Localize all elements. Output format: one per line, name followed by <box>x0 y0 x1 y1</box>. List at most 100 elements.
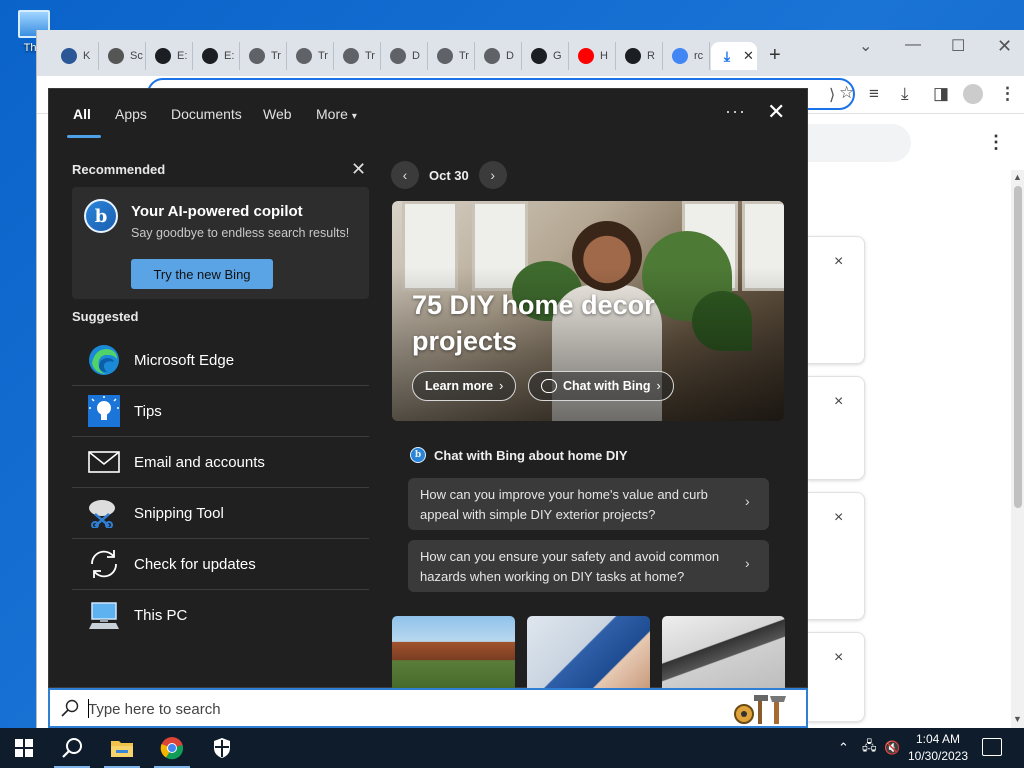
browser-tab[interactable]: K <box>53 42 99 70</box>
favicon-icon <box>531 48 547 64</box>
tab-title: Tr <box>271 50 281 62</box>
browser-tab[interactable]: G <box>523 42 569 70</box>
more-options-icon[interactable]: ··· <box>725 101 746 122</box>
try-new-bing-button[interactable]: Try the new Bing <box>131 259 273 289</box>
bing-question-item[interactable]: How can you ensure your safety and avoid… <box>408 540 769 592</box>
tab-documents[interactable]: Documents <box>171 106 242 122</box>
taskbar-search-box[interactable] <box>48 688 808 728</box>
scrollbar-thumb[interactable] <box>1014 186 1022 508</box>
close-icon[interactable]: × <box>834 509 843 527</box>
search-input[interactable] <box>88 698 688 720</box>
chevron-right-icon: › <box>745 493 750 509</box>
tab-web[interactable]: Web <box>263 106 292 122</box>
scroll-down-arrow-icon[interactable]: ▼ <box>1013 714 1022 724</box>
refresh-icon <box>86 546 122 582</box>
network-icon[interactable]: 🖧 <box>862 728 877 768</box>
bookmark-star-icon[interactable]: ☆ <box>839 83 854 103</box>
taskbar-chrome[interactable] <box>148 728 196 768</box>
profile-avatar-icon[interactable] <box>963 84 983 104</box>
chevron-right-icon: › <box>745 555 750 571</box>
tab-apps[interactable]: Apps <box>115 106 147 122</box>
chrome-menu-icon[interactable]: ⋮ <box>999 84 1016 104</box>
page-menu-icon[interactable]: ⋮ <box>987 132 1005 153</box>
browser-tab[interactable]: D <box>382 42 428 70</box>
close-icon[interactable]: × <box>834 393 843 411</box>
diy-thumbnail-tools[interactable] <box>662 616 785 689</box>
browser-tab[interactable]: E: <box>147 42 193 70</box>
tab-all[interactable]: All <box>73 106 91 122</box>
minimize-button[interactable]: — <box>905 36 921 54</box>
close-icon[interactable]: × <box>834 253 843 271</box>
page-scrollbar[interactable]: ▲ ▼ <box>1011 170 1024 728</box>
tab-title: H <box>600 50 608 62</box>
chat-with-bing-button[interactable]: Chat with Bing › <box>528 371 674 401</box>
download-icon[interactable]: ⤓ <box>901 84 909 104</box>
suggested-item-snipping-tool[interactable]: Snipping Tool <box>72 488 369 539</box>
diy-thumbnail-boxes[interactable] <box>527 616 650 689</box>
browser-tab[interactable]: E: <box>194 42 240 70</box>
browser-tab[interactable]: Tr <box>241 42 287 70</box>
bing-logo-icon: b <box>84 199 118 233</box>
browser-tab[interactable]: D <box>476 42 522 70</box>
page-card: × <box>807 236 865 364</box>
mail-icon <box>86 444 122 480</box>
browser-tab[interactable]: rc <box>664 42 710 70</box>
suggested-item-tips[interactable]: Tips <box>72 386 369 437</box>
caret-down-icon: ▾ <box>351 111 357 122</box>
folder-icon <box>111 741 133 757</box>
close-search-button[interactable]: ✕ <box>767 99 785 125</box>
tab-more[interactable]: More ▾ <box>316 106 357 122</box>
maximize-button[interactable]: ☐ <box>951 36 965 56</box>
suggested-item-label: Microsoft Edge <box>134 351 235 369</box>
dismiss-recommended-button[interactable]: ✕ <box>351 159 366 180</box>
suggested-item-this-pc[interactable]: This PC <box>72 590 369 641</box>
new-tab-button[interactable]: + <box>769 44 781 67</box>
chat-with-bing-label: Chat with Bing <box>563 379 651 393</box>
system-clock[interactable]: 1:04 AM 10/30/2023 <box>902 731 974 765</box>
show-hidden-icons-chevron-icon[interactable]: ⌃ <box>838 728 849 768</box>
browser-tab[interactable]: Tr <box>429 42 475 70</box>
page-search-field[interactable] <box>807 124 911 162</box>
favicon-icon <box>296 48 312 64</box>
start-button[interactable] <box>0 728 48 768</box>
favicon-icon <box>343 48 359 64</box>
favicon-icon <box>202 48 218 64</box>
taskbar: ⌃ 🖧 🔇 1:04 AM 10/30/2023 <box>0 728 1024 768</box>
browser-tab[interactable]: Sc <box>100 42 146 70</box>
browser-tab[interactable]: Tr <box>335 42 381 70</box>
bing-question-item[interactable]: How can you improve your home's value an… <box>408 478 769 530</box>
clock-time: 1:04 AM <box>915 732 961 746</box>
tab-search-chevron-icon[interactable]: ⌄ <box>859 36 872 56</box>
taskbar-file-explorer[interactable] <box>98 728 146 768</box>
close-tab-icon[interactable]: ✕ <box>743 48 754 64</box>
notifications-icon[interactable] <box>982 738 1002 756</box>
suggested-item-email-and-accounts[interactable]: Email and accounts <box>72 437 369 488</box>
share-icon[interactable]: ⟩ <box>829 85 835 105</box>
diy-thumbnail-pergola[interactable] <box>392 616 515 689</box>
search-icon <box>61 699 79 717</box>
taskbar-search-button[interactable] <box>48 728 96 768</box>
close-window-button[interactable]: ✕ <box>997 36 1012 57</box>
scroll-up-arrow-icon[interactable]: ▲ <box>1013 172 1022 182</box>
suggested-item-label: Tips <box>134 402 162 420</box>
media-control-icon[interactable]: ≡ <box>869 84 879 104</box>
active-browser-tab[interactable]: ⤓ ✕ <box>711 42 757 70</box>
question-text: How can you ensure your safety and avoid… <box>420 549 720 584</box>
learn-more-button[interactable]: Learn more › <box>412 371 517 401</box>
bing-logo-icon: b <box>410 447 426 463</box>
diy-hero-card[interactable]: 75 DIY home decor projects Learn more › C… <box>392 201 784 421</box>
close-icon[interactable]: × <box>834 649 843 667</box>
favicon-icon <box>61 48 77 64</box>
browser-tab[interactable]: H <box>570 42 616 70</box>
next-day-chevron-icon[interactable]: › <box>478 161 507 189</box>
tab-title: Tr <box>365 50 375 62</box>
volume-muted-icon[interactable]: 🔇 <box>884 728 900 768</box>
browser-tab[interactable]: R <box>617 42 663 70</box>
chrome-icon <box>160 737 184 760</box>
suggested-item-microsoft-edge[interactable]: Microsoft Edge <box>72 335 369 386</box>
previous-day-chevron-icon[interactable]: ‹ <box>391 161 419 189</box>
taskbar-security[interactable] <box>198 728 246 768</box>
browser-tab[interactable]: Tr <box>288 42 334 70</box>
suggested-item-check-for-updates[interactable]: Check for updates <box>72 539 369 590</box>
side-panel-icon[interactable]: ◨ <box>933 84 949 104</box>
